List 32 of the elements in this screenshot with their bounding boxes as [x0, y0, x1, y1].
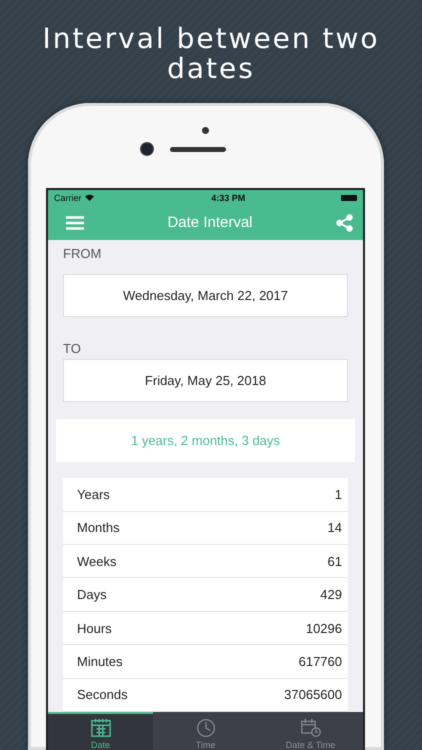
row-value: 429: [320, 587, 342, 602]
headline: Interval between two dates: [41, 24, 381, 84]
row-value: 1: [334, 486, 342, 502]
menu-icon[interactable]: [66, 216, 84, 230]
battery-icon: [341, 194, 357, 200]
row-label: Months: [77, 520, 120, 536]
row-label: Years: [77, 486, 110, 502]
row-label: Days: [77, 587, 107, 602]
tab-button[interactable]: Date: [48, 712, 153, 750]
share-icon[interactable]: [336, 214, 353, 232]
to-date-field[interactable]: Friday, May 25, 2018: [63, 359, 348, 402]
clock-time: 4:33 PM: [211, 192, 246, 202]
row-value: 61: [328, 554, 342, 569]
row-value: 617760: [298, 654, 342, 669]
screen-title: Date Interval: [167, 214, 253, 231]
to-label: TO: [62, 340, 82, 358]
from-date-field[interactable]: Wednesday, March 22, 2017: [63, 274, 348, 316]
from-label: FROM: [62, 245, 102, 263]
interval-summary: 1 years, 2 months, 3 days: [56, 419, 355, 462]
row-value: 10296: [306, 620, 342, 636]
speaker-grille: [170, 146, 226, 152]
row-label: Minutes: [77, 654, 123, 669]
row-value: 37065600: [284, 687, 342, 702]
row-label: Hours: [77, 620, 112, 636]
calendar-icon: [88, 718, 112, 738]
row-value: 14: [328, 520, 342, 536]
row-label: Seconds: [77, 687, 128, 702]
sensor-dot: [202, 127, 209, 134]
camera-lens: [141, 143, 153, 155]
wifi-icon: [84, 194, 94, 201]
carrier-label: Carrier: [54, 192, 82, 202]
row-label: Weeks: [77, 554, 116, 569]
